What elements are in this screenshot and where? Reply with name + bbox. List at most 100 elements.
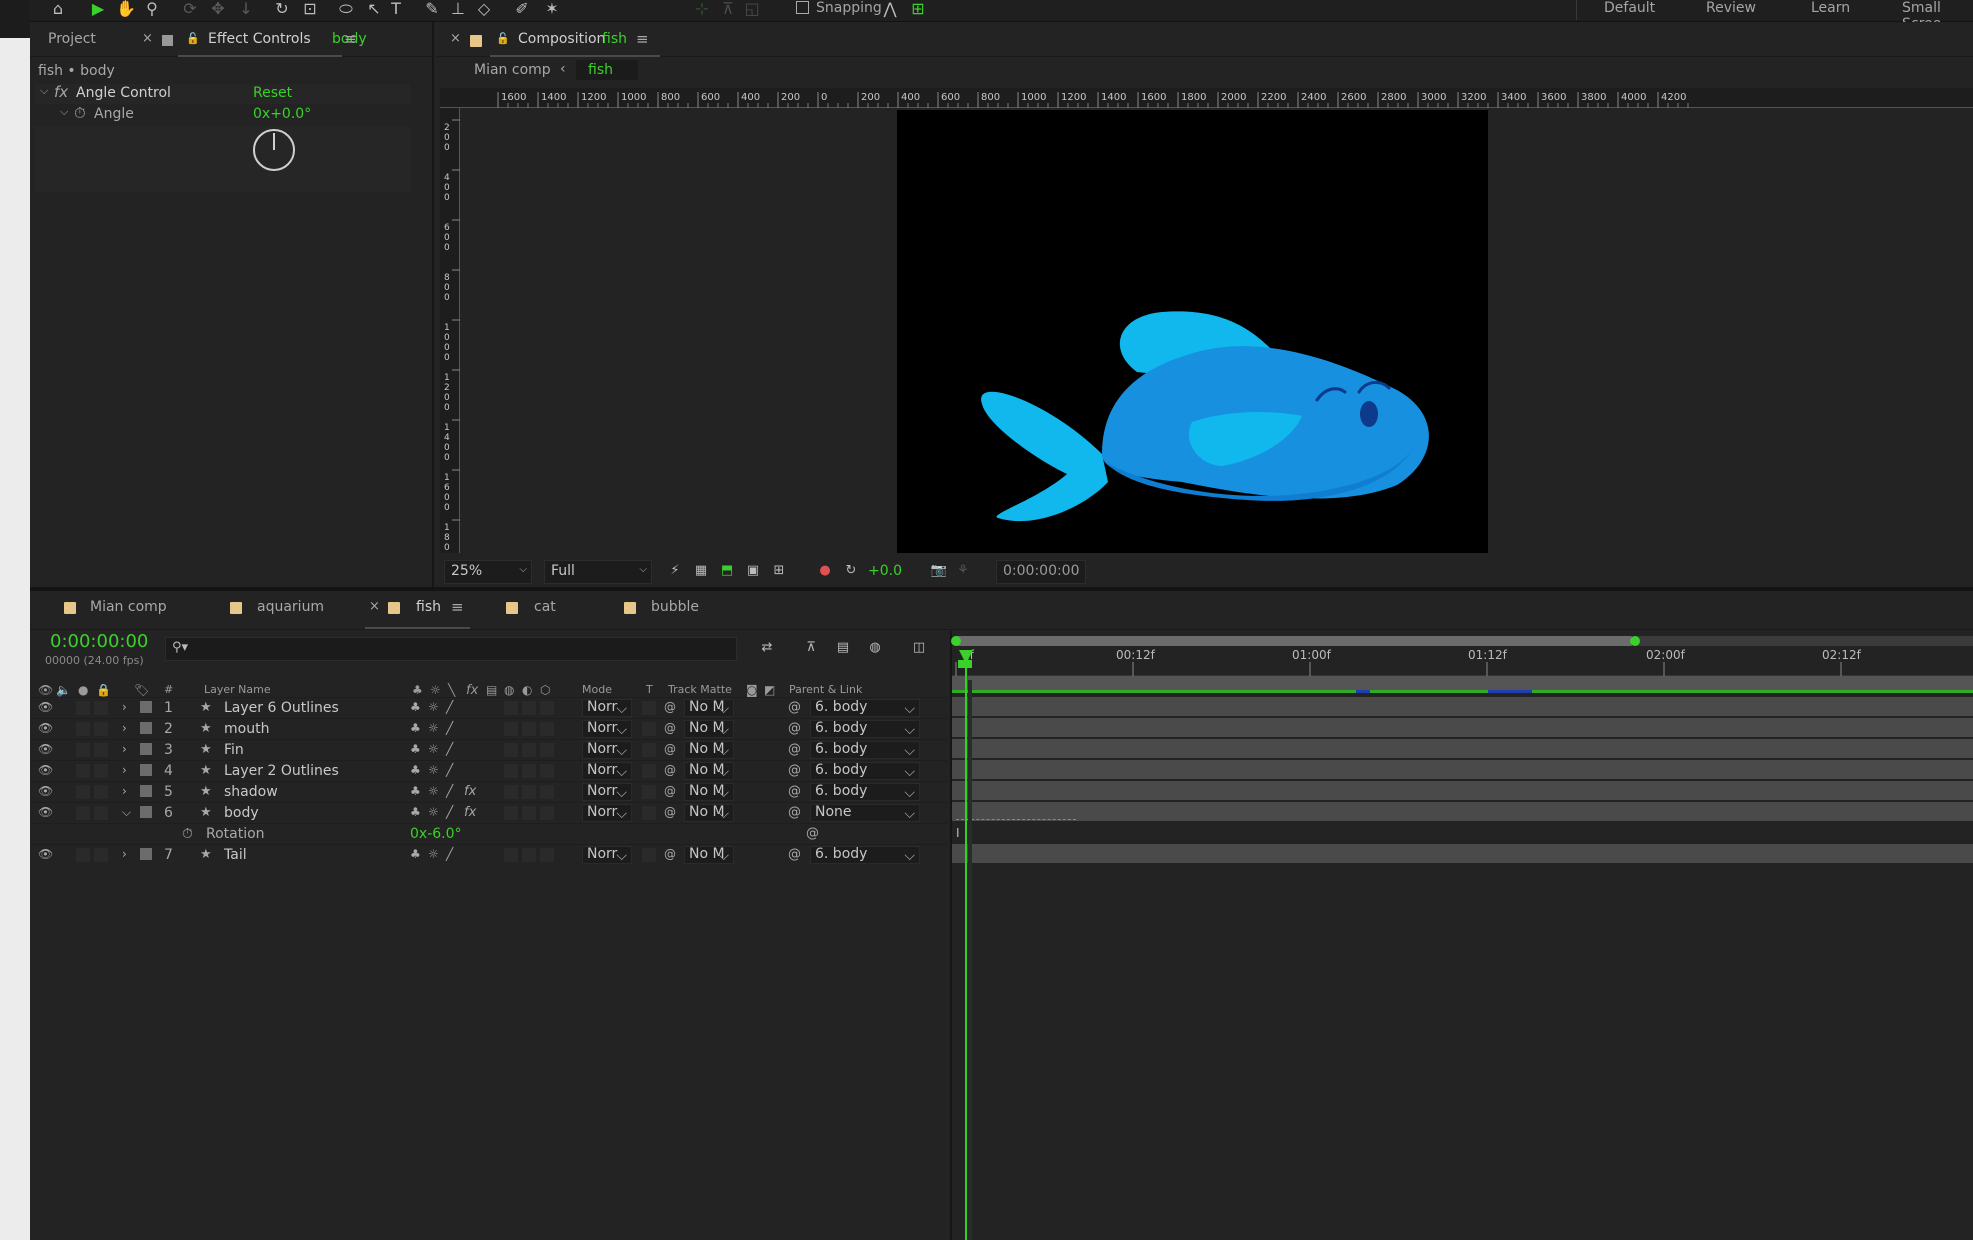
solo-box[interactable]	[76, 764, 90, 778]
switch-box[interactable]	[540, 785, 554, 799]
eye-icon[interactable]: 👁	[38, 721, 53, 735]
layer-name[interactable]: Tail	[224, 847, 247, 863]
pick-whip-icon[interactable]: @	[788, 742, 801, 757]
lock-box[interactable]	[94, 848, 108, 862]
matte-link-icon[interactable]: @	[664, 763, 676, 777]
solo-box[interactable]	[76, 701, 90, 715]
eye-icon[interactable]: 👁	[38, 784, 53, 798]
chevron-right-icon[interactable]: ›	[122, 742, 127, 756]
switch-box[interactable]	[522, 848, 536, 862]
zoom-tool-icon[interactable]: ⚲	[140, 0, 164, 20]
snap-grid-icon[interactable]: ⊞	[906, 0, 930, 20]
tab-composition[interactable]: Composition	[518, 31, 605, 47]
lock-box[interactable]	[94, 701, 108, 715]
comp-mini-flowchart-icon[interactable]: ⇄	[758, 640, 776, 658]
stopwatch-icon[interactable]: ⏱	[182, 826, 193, 842]
region-of-interest-icon[interactable]: ▣	[744, 563, 762, 581]
layer-name[interactable]: body	[224, 805, 259, 821]
view-axis-icon[interactable]: ◱	[740, 0, 764, 20]
track-matte-dropdown[interactable]: No M ⌵	[684, 741, 734, 759]
home-icon[interactable]: ⌂	[46, 0, 70, 20]
pan-tool-icon[interactable]: ✥	[206, 0, 230, 20]
blend-mode-dropdown[interactable]: Norr ⌵	[582, 804, 632, 822]
graph-editor-icon[interactable]: ◫	[910, 640, 928, 658]
layer-row[interactable]: 👁 › 4 ★ Layer 2 Outlines ♣ ☼ ╱ Norr ⌵ @ No M ⌵ @6. bo…	[30, 760, 948, 781]
quality-icon[interactable]: ╱	[446, 742, 453, 756]
lock-icon[interactable]: 🔓	[186, 32, 200, 45]
panel-menu-icon[interactable]: ≡	[451, 598, 464, 616]
snap-edges-icon[interactable]: ⋀	[878, 0, 902, 20]
layer-search-input[interactable]: ⚲▾	[165, 637, 737, 661]
fx-icon[interactable]: fx	[54, 83, 68, 101]
brush-tool-icon[interactable]: ✎	[420, 0, 444, 20]
local-axis-icon[interactable]: ⊹	[690, 0, 714, 20]
blend-mode-dropdown[interactable]: Norr ⌵	[582, 846, 632, 864]
matte-link-icon[interactable]: @	[664, 742, 676, 756]
close-icon[interactable]: ×	[142, 31, 153, 46]
fx-icon[interactable]: fx	[464, 805, 476, 820]
work-area-bar[interactable]	[954, 636, 1634, 646]
pen-tool-icon[interactable]: ↖	[362, 0, 386, 20]
parent-dropdown[interactable]: 6. body ⌵	[810, 699, 920, 717]
motion-blur-icon[interactable]: ◍	[866, 640, 884, 658]
matte-link-icon[interactable]: @	[664, 805, 676, 819]
reset-link[interactable]: Reset	[253, 85, 292, 101]
shy-icon[interactable]: ♣	[410, 805, 421, 819]
eye-icon[interactable]: 👁	[38, 700, 53, 714]
parent-dropdown[interactable]: 6. body ⌵	[810, 720, 920, 738]
panel-menu-icon[interactable]: ≡	[344, 30, 357, 48]
layer-duration-bar[interactable]	[952, 760, 1973, 780]
dolly-tool-icon[interactable]: ↓	[234, 0, 258, 20]
collapse-icon[interactable]: ☼	[428, 784, 439, 798]
clone-stamp-tool-icon[interactable]: ⊥	[446, 0, 470, 20]
chevron-down-icon[interactable]: ⌵	[122, 805, 131, 820]
switch-box[interactable]	[540, 743, 554, 757]
lock-box[interactable]	[94, 764, 108, 778]
track-matte-dropdown[interactable]: No M ⌵	[684, 783, 734, 801]
track-matte-dropdown[interactable]: No M ⌵	[684, 804, 734, 822]
layer-name[interactable]: shadow	[224, 784, 278, 800]
draft-3d-icon[interactable]: ⊼	[802, 640, 820, 658]
lock-icon[interactable]: 🔓	[496, 32, 510, 45]
anchor-tool-icon[interactable]: ⊡	[298, 0, 322, 20]
quality-icon[interactable]: ╱	[446, 700, 453, 714]
snapping-checkbox[interactable]	[796, 1, 809, 14]
tab-effect-controls[interactable]: Effect Controls	[208, 31, 311, 47]
angle-dial[interactable]	[252, 128, 296, 172]
preserve-transparency-box[interactable]	[642, 743, 656, 757]
pick-whip-icon[interactable]: @	[788, 721, 801, 736]
show-snapshot-icon[interactable]: ⚘	[954, 563, 972, 581]
chevron-down-icon[interactable]: ⌵	[40, 84, 48, 98]
chevron-right-icon[interactable]: ›	[122, 721, 127, 735]
switch-box[interactable]	[504, 743, 518, 757]
collapse-icon[interactable]: ☼	[428, 805, 439, 819]
layer-row[interactable]: 👁 ⌵ 6 ★ body ♣ ☼ ╱ fx Norr ⌵ @ No M ⌵ @ None ⌵	[30, 802, 948, 823]
chevron-right-icon[interactable]: ›	[122, 784, 127, 798]
track-matte-dropdown[interactable]: No M ⌵	[684, 846, 734, 864]
panel-menu-icon[interactable]: ≡	[636, 30, 649, 48]
switch-box[interactable]	[540, 764, 554, 778]
comp-nav-current[interactable]: fish	[588, 62, 613, 78]
label-color-swatch[interactable]	[140, 848, 152, 860]
switch-box[interactable]	[504, 806, 518, 820]
switch-box[interactable]	[522, 743, 536, 757]
pick-whip-icon[interactable]: @	[788, 847, 801, 862]
collapse-icon[interactable]: ☼	[428, 721, 439, 735]
property-row-rotation[interactable]: ⏱ Rotation 0x-6.0° @	[30, 823, 948, 844]
blend-mode-dropdown[interactable]: Norr ⌵	[582, 741, 632, 759]
shy-icon[interactable]: ♣	[410, 700, 421, 714]
layer-duration-bar[interactable]	[952, 718, 1973, 738]
solo-box[interactable]	[76, 743, 90, 757]
close-icon[interactable]: ×	[450, 31, 461, 46]
tab-fish[interactable]: fish	[416, 599, 441, 615]
parent-dropdown[interactable]: 6. body ⌵	[810, 762, 920, 780]
collapse-icon[interactable]: ☼	[428, 847, 439, 861]
layer-duration-bar[interactable]	[952, 802, 1973, 822]
composition-canvas[interactable]	[897, 110, 1488, 553]
chevron-left-icon[interactable]: ‹	[560, 61, 566, 77]
pick-whip-icon[interactable]: @	[788, 700, 801, 715]
exposure-value[interactable]: +0.0	[868, 563, 902, 579]
stopwatch-icon[interactable]: ⏱	[74, 104, 86, 122]
workspace-default[interactable]: Default	[1604, 0, 1655, 16]
tab-comp-name[interactable]: fish	[602, 31, 627, 47]
